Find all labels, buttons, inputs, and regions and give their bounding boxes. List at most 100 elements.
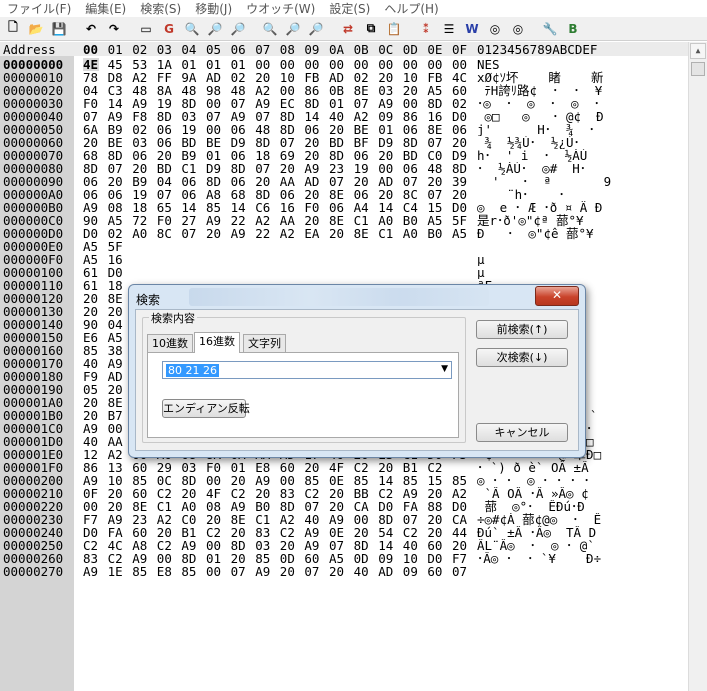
bookmark-b-icon[interactable]: B: [563, 19, 583, 39]
find-icon[interactable]: 🔍: [260, 19, 280, 39]
ascii-text: ･Â◎ ･ ･ `¥ Ð÷: [477, 552, 602, 565]
hex-byte[interactable]: A9: [231, 227, 247, 240]
search-value-text[interactable]: 80 21 26: [166, 364, 219, 377]
cancel-button[interactable]: キャンセル: [476, 423, 568, 442]
new-file-icon[interactable]: 🗋: [3, 19, 23, 39]
text-icon[interactable]: ☰: [439, 19, 459, 39]
menu-item-0[interactable]: ファイル(F): [0, 0, 78, 17]
menu-item-1[interactable]: 編集(E): [78, 0, 133, 17]
column-header: 01: [107, 42, 123, 57]
hex-byte[interactable]: 00: [206, 565, 222, 578]
hex-byte[interactable]: AD: [378, 565, 394, 578]
hex-byte[interactable]: A9: [83, 565, 99, 578]
hex-byte[interactable]: 20: [329, 565, 345, 578]
ascii-text: 蔀 ◎°･ ÊÐú･Ð: [477, 500, 585, 513]
menu-item-4[interactable]: ウオッチ(W): [239, 0, 322, 17]
search-next-icon[interactable]: 🔎: [205, 19, 225, 39]
hex-byte[interactable]: E8: [157, 565, 173, 578]
watch-next-icon[interactable]: ◎: [508, 19, 528, 39]
ascii-text: ･ `) ð è` OÂ ±Â: [477, 461, 589, 474]
find-next-icon[interactable]: 🔎: [283, 19, 303, 39]
column-header: 0C: [378, 42, 394, 57]
vertical-scrollbar[interactable]: ▲: [688, 42, 707, 691]
hex-byte[interactable]: 8E: [354, 227, 370, 240]
toolbar-separator: [531, 19, 537, 39]
hex-byte[interactable]: 20: [280, 565, 296, 578]
undo-icon[interactable]: ↶: [81, 19, 101, 39]
tab-hex[interactable]: 16進数: [194, 332, 240, 353]
hex-byte[interactable]: A9: [255, 565, 271, 578]
menu-item-2[interactable]: 検索(S): [133, 0, 188, 17]
bookmark-icon[interactable]: ▭: [136, 19, 156, 39]
settings-icon[interactable]: 🔧: [540, 19, 560, 39]
ascii-text: ¾ ½¾Ù･ ½¿Ù･: [477, 136, 580, 149]
search-content-group: 検索内容 10進数 16進数 文字列 80 21 26 ▼ エンディアン反転: [142, 310, 466, 443]
save-icon[interactable]: 💾: [49, 19, 69, 39]
column-header: 0F: [452, 42, 468, 57]
ascii-text: µ: [477, 266, 485, 279]
hex-byte[interactable]: 07: [181, 227, 197, 240]
search-value-combo[interactable]: 80 21 26 ▼: [162, 361, 452, 379]
replace-icon[interactable]: ⇄: [338, 19, 358, 39]
hex-byte[interactable]: 20: [206, 227, 222, 240]
hex-byte[interactable]: 60: [427, 565, 443, 578]
convert-icon[interactable]: ⁑: [416, 19, 436, 39]
column-header: 0A: [329, 42, 345, 57]
ascii-text: ¨h･ ･: [477, 188, 565, 201]
hex-byte[interactable]: EA: [304, 227, 320, 240]
menu-item-6[interactable]: ヘルプ(H): [377, 0, 445, 17]
hex-byte[interactable]: 22: [255, 227, 271, 240]
hex-byte[interactable]: 07: [304, 565, 320, 578]
hex-byte[interactable]: A5: [452, 227, 468, 240]
hex-byte[interactable]: B0: [427, 227, 443, 240]
hex-byte[interactable]: 85: [132, 565, 148, 578]
hex-byte[interactable]: 07: [231, 565, 247, 578]
hex-byte[interactable]: A0: [132, 227, 148, 240]
endian-reverse-button[interactable]: エンディアン反転: [162, 399, 250, 418]
compare-icon[interactable]: ⧉: [361, 19, 381, 39]
chevron-down-icon[interactable]: ▼: [441, 364, 448, 374]
toolbar-separator: [329, 19, 335, 39]
menu-item-3[interactable]: 移動(J): [188, 0, 239, 17]
ascii-text: ÷◎#¢À 蔀¢@◎ ･ Ê: [477, 513, 602, 526]
close-button[interactable]: ✕: [535, 286, 579, 306]
hex-byte[interactable]: 85: [181, 565, 197, 578]
open-folder-icon[interactable]: 📂: [26, 19, 46, 39]
hex-byte[interactable]: 20: [329, 227, 345, 240]
ascii-text: NES: [477, 58, 500, 71]
tab-decimal[interactable]: 10進数: [147, 334, 193, 352]
search-prev-icon[interactable]: 🔎: [228, 19, 248, 39]
tab-string[interactable]: 文字列: [243, 334, 286, 352]
watch-icon[interactable]: ◎: [485, 19, 505, 39]
find-prev-icon[interactable]: 🔎: [306, 19, 326, 39]
next-search-button[interactable]: 次検索(↓): [476, 348, 568, 367]
word-icon[interactable]: W: [462, 19, 482, 39]
column-header: 04: [181, 42, 197, 57]
ascii-text: ◎ e ･ Æ ･ð ¤ Ä Ð: [477, 201, 603, 214]
search-dialog: 検索 ✕ 検索内容 10進数 16進数 文字列 80 21 26 ▼ エンディア…: [128, 284, 586, 458]
column-header: 00: [83, 42, 99, 57]
ascii-text: ' ･ ª 9: [477, 175, 612, 188]
goto-icon[interactable]: G: [159, 19, 179, 39]
hex-byte[interactable]: 09: [403, 565, 419, 578]
hex-byte[interactable]: A2: [280, 227, 296, 240]
hex-byte[interactable]: C1: [378, 227, 394, 240]
tab-panel: 80 21 26 ▼ エンディアン反転: [147, 352, 459, 438]
copy-paste-icon[interactable]: 📋: [384, 19, 404, 39]
hex-byte[interactable]: 1E: [108, 565, 124, 578]
ascii-text: µ: [477, 253, 485, 266]
scroll-thumb[interactable]: [691, 62, 705, 76]
scroll-up-button[interactable]: ▲: [690, 43, 706, 59]
hex-byte[interactable]: 40: [354, 565, 370, 578]
hex-byte[interactable]: A0: [403, 227, 419, 240]
redo-icon[interactable]: ↷: [104, 19, 124, 39]
column-header: 0B: [353, 42, 369, 57]
hex-byte[interactable]: 07: [452, 565, 468, 578]
ascii-text: ◎ ･ ･ ◎ ･ ･ ･ ･: [477, 474, 590, 487]
hex-byte[interactable]: 8C: [157, 227, 173, 240]
menu-item-5[interactable]: 設定(S): [322, 0, 377, 17]
column-header: 07: [255, 42, 271, 57]
prev-search-button[interactable]: 前検索(↑): [476, 320, 568, 339]
ascii-text: ･◎ ･ ◎ ･ ◎ ･: [477, 97, 600, 110]
search-icon[interactable]: 🔍: [182, 19, 202, 39]
